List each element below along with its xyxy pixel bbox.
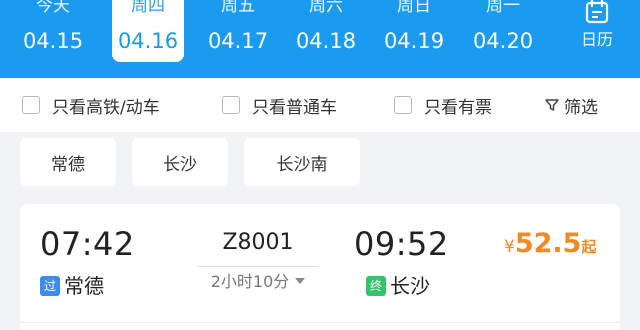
price-currency: ¥: [504, 237, 515, 257]
date-value: 04.20: [472, 29, 534, 53]
to-station-name: 长沙: [390, 274, 430, 298]
date-weekday: 周四: [131, 0, 165, 16]
date-item[interactable]: 周六 04.18: [290, 0, 362, 62]
calendar-button[interactable]: 日历: [564, 0, 630, 62]
checkbox-label: 只看高铁/动车: [52, 97, 160, 118]
date-value: 04.19: [383, 29, 445, 53]
train-number: Z8001: [222, 230, 294, 255]
date-item[interactable]: 周五 04.17: [202, 0, 274, 62]
price-value: 52.5: [514, 228, 582, 259]
calendar-label: 日历: [580, 30, 613, 49]
screen-button[interactable]: 筛选: [544, 92, 598, 118]
available-only-checkbox[interactable]: 只看有票: [394, 92, 492, 118]
checkbox-box[interactable]: [394, 96, 412, 114]
date-weekday: 周一: [486, 0, 520, 16]
station-chips: 常德 长沙 长沙南: [0, 132, 640, 204]
checkbox-label: 只看有票: [424, 97, 492, 118]
price: ¥ 52.5 起: [504, 228, 596, 259]
high-speed-only-checkbox[interactable]: 只看高铁/动车: [22, 92, 160, 118]
date-weekday: 周六: [309, 0, 343, 16]
pass-tag: 过: [40, 276, 60, 296]
date-value: 04.18: [295, 29, 357, 53]
station-chip[interactable]: 长沙南: [244, 138, 360, 186]
date-value: 04.15: [22, 29, 84, 53]
checkbox-label: 只看普通车: [252, 97, 337, 118]
date-weekday: 周五: [221, 0, 255, 16]
date-weekday: 周日: [397, 0, 431, 16]
date-item-today[interactable]: 今天 04.15: [17, 0, 89, 62]
arrive-time: 09:52: [354, 225, 449, 263]
regular-only-checkbox[interactable]: 只看普通车: [222, 92, 337, 118]
from-station: 过 常德: [40, 272, 104, 300]
filter-icon: [545, 99, 559, 111]
divider: [198, 266, 318, 267]
from-station-name: 常德: [64, 274, 104, 298]
date-item[interactable]: 周日 04.19: [378, 0, 450, 62]
to-station: 终 长沙: [366, 272, 430, 300]
calendar-icon: [585, 0, 609, 24]
depart-time: 07:42: [40, 225, 135, 263]
duration-toggle[interactable]: 2小时10分: [178, 270, 338, 294]
filter-row: 只看高铁/动车 只看普通车 只看有票 筛选: [0, 78, 640, 132]
duration-text: 2小时10分: [210, 272, 290, 291]
divider: [20, 322, 620, 323]
checkbox-box[interactable]: [22, 96, 40, 114]
date-item-selected[interactable]: 周四 04.16: [112, 0, 184, 62]
date-bar: 今天 04.15 周四 04.16 周五 04.17 周六 04.18 周日 0…: [0, 0, 640, 78]
station-chip[interactable]: 常德: [20, 138, 116, 186]
checkbox-box[interactable]: [222, 96, 240, 114]
price-suffix: 起: [581, 238, 597, 256]
station-chip[interactable]: 长沙: [132, 138, 228, 186]
chevron-down-icon: [295, 278, 306, 284]
train-card[interactable]: 07:42 Z8001 2小时10分 09:52 过 常德 终 长沙 ¥ 52.…: [20, 204, 620, 330]
date-value: 04.16: [117, 29, 179, 53]
terminal-tag: 终: [366, 276, 386, 296]
date-item[interactable]: 周一 04.20: [467, 0, 539, 62]
date-value: 04.17: [207, 29, 269, 53]
screen-label: 筛选: [564, 97, 598, 118]
date-weekday: 今天: [36, 0, 70, 16]
